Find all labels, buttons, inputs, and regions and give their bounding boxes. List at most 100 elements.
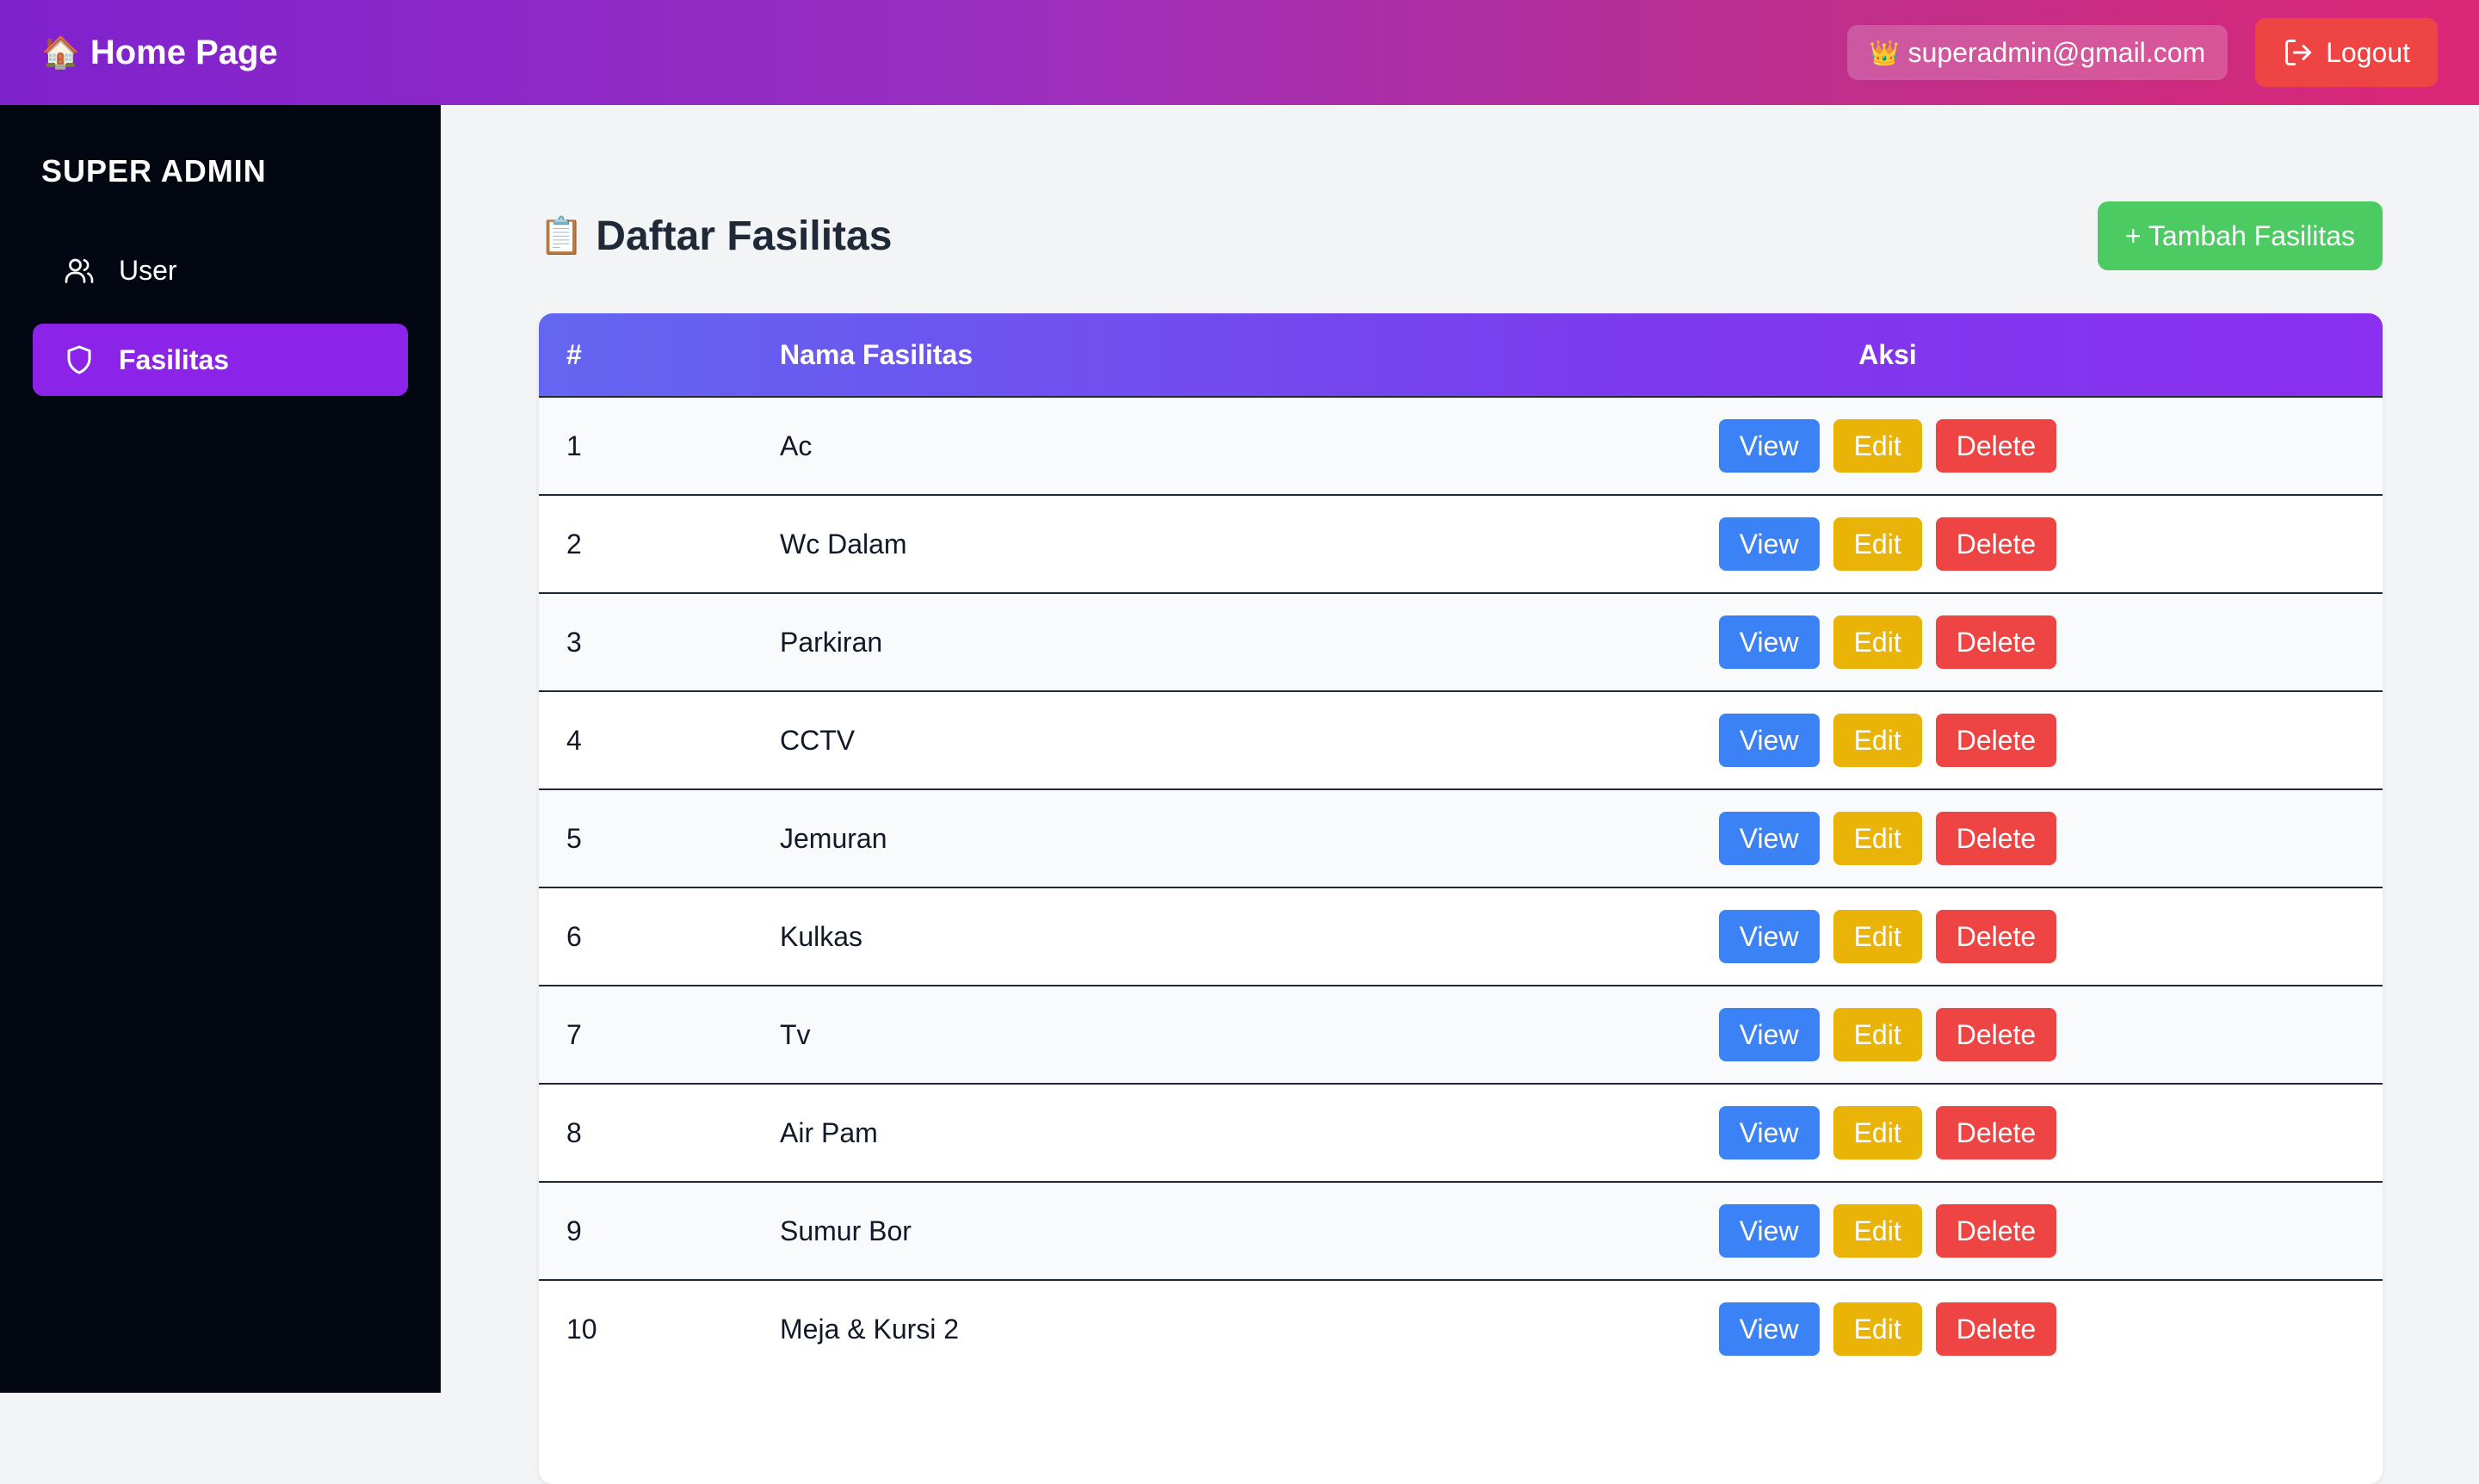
row-name: Jemuran xyxy=(780,822,887,854)
table-row: 8 Air Pam View Edit Delete xyxy=(539,1083,2383,1181)
logout-button[interactable]: Logout xyxy=(2255,18,2438,87)
row-actions: View Edit Delete xyxy=(1393,812,2383,865)
row-actions: View Edit Delete xyxy=(1393,1106,2383,1159)
row-number: 2 xyxy=(566,528,582,560)
table-header: # Nama Fasilitas Aksi xyxy=(539,313,2383,396)
delete-button[interactable]: Delete xyxy=(1935,714,2057,767)
row-name: Kulkas xyxy=(780,920,863,952)
delete-button[interactable]: Delete xyxy=(1935,615,2057,669)
fasilitas-table: # Nama Fasilitas Aksi 1 Ac View Edit Delete 2… xyxy=(539,313,2383,1484)
view-button[interactable]: View xyxy=(1718,1302,1820,1356)
edit-button[interactable]: Edit xyxy=(1833,419,1922,473)
table-row: 10 Meja & Kursi 2 View Edit Delete xyxy=(539,1279,2383,1377)
row-number: 10 xyxy=(566,1313,597,1345)
view-button[interactable]: View xyxy=(1718,615,1820,669)
delete-button[interactable]: Delete xyxy=(1935,1106,2057,1159)
users-icon xyxy=(65,258,94,283)
row-number: 8 xyxy=(566,1116,582,1148)
row-number: 4 xyxy=(566,724,582,756)
row-name: CCTV xyxy=(780,724,856,756)
shield-icon xyxy=(67,345,91,374)
table-row: 2 Wc Dalam View Edit Delete xyxy=(539,494,2383,592)
logout-icon xyxy=(2285,40,2312,65)
table-row: 1 Ac View Edit Delete xyxy=(539,396,2383,494)
view-button[interactable]: View xyxy=(1718,419,1820,473)
header-actions: Aksi xyxy=(1858,338,1917,370)
top-right-group: 👑 superadmin@gmail.com Logout xyxy=(1846,18,2438,87)
row-actions: View Edit Delete xyxy=(1393,1302,2383,1356)
view-button[interactable]: View xyxy=(1718,812,1820,865)
header-number: # xyxy=(566,338,582,370)
crown-icon: 👑 xyxy=(1869,39,1900,66)
delete-button[interactable]: Delete xyxy=(1935,1204,2057,1258)
delete-button[interactable]: Delete xyxy=(1935,1008,2057,1061)
view-button[interactable]: View xyxy=(1718,1008,1820,1061)
brand[interactable]: 🏠 Home Page xyxy=(41,34,278,72)
row-number: 6 xyxy=(566,920,582,952)
sidebar-item-fasilitas[interactable]: Fasilitas xyxy=(33,324,408,396)
table-body: 1 Ac View Edit Delete 2 Wc Dalam View Edit Delete… xyxy=(539,396,2383,1377)
sidebar-item-label: Fasilitas xyxy=(119,343,230,375)
row-name: Air Pam xyxy=(780,1116,878,1148)
logout-label: Logout xyxy=(2326,36,2410,68)
brand-title: Home Page xyxy=(90,33,278,71)
add-fasilitas-button[interactable]: + Tambah Fasilitas xyxy=(2097,201,2383,270)
edit-button[interactable]: Edit xyxy=(1833,615,1922,669)
edit-button[interactable]: Edit xyxy=(1833,812,1922,865)
delete-button[interactable]: Delete xyxy=(1935,812,2057,865)
row-name: Sumur Bor xyxy=(780,1215,912,1246)
delete-button[interactable]: Delete xyxy=(1935,517,2057,571)
row-name: Tv xyxy=(780,1018,811,1050)
clipboard-icon: 📋 xyxy=(539,214,584,256)
table-row: 9 Sumur Bor View Edit Delete xyxy=(539,1181,2383,1279)
view-button[interactable]: View xyxy=(1718,910,1820,963)
sidebar-item-label: User xyxy=(119,254,177,286)
top-navbar: 🏠 Home Page 👑 superadmin@gmail.com Logou… xyxy=(0,0,2479,105)
edit-button[interactable]: Edit xyxy=(1833,517,1922,571)
row-actions: View Edit Delete xyxy=(1393,1204,2383,1258)
row-number: 9 xyxy=(566,1215,582,1246)
table-row: 6 Kulkas View Edit Delete xyxy=(539,887,2383,985)
edit-button[interactable]: Edit xyxy=(1833,1106,1922,1159)
view-button[interactable]: View xyxy=(1718,517,1820,571)
table-row: 7 Tv View Edit Delete xyxy=(539,985,2383,1083)
row-actions: View Edit Delete xyxy=(1393,714,2383,767)
row-number: 3 xyxy=(566,626,582,658)
header-name: Nama Fasilitas xyxy=(780,338,974,370)
view-button[interactable]: View xyxy=(1718,1204,1820,1258)
user-email: superadmin@gmail.com xyxy=(1907,36,2206,68)
row-actions: View Edit Delete xyxy=(1393,615,2383,669)
edit-button[interactable]: Edit xyxy=(1833,1302,1922,1356)
page-title-text: Daftar Fasilitas xyxy=(596,213,893,259)
page-header: 📋 Daftar Fasilitas + Tambah Fasilitas xyxy=(539,201,2383,270)
row-actions: View Edit Delete xyxy=(1393,419,2383,473)
row-name: Parkiran xyxy=(780,626,883,658)
edit-button[interactable]: Edit xyxy=(1833,1204,1922,1258)
edit-button[interactable]: Edit xyxy=(1833,1008,1922,1061)
row-name: Ac xyxy=(780,430,813,461)
table-row: 3 Parkiran View Edit Delete xyxy=(539,592,2383,690)
delete-button[interactable]: Delete xyxy=(1935,910,2057,963)
main-content: 📋 Daftar Fasilitas + Tambah Fasilitas # … xyxy=(441,105,2479,1484)
table-row: 5 Jemuran View Edit Delete xyxy=(539,788,2383,887)
row-actions: View Edit Delete xyxy=(1393,517,2383,571)
user-chip: 👑 superadmin@gmail.com xyxy=(1846,25,2229,80)
page-title: 📋 Daftar Fasilitas xyxy=(539,213,892,260)
row-actions: View Edit Delete xyxy=(1393,1008,2383,1061)
sidebar-title: SUPER ADMIN xyxy=(41,153,267,189)
view-button[interactable]: View xyxy=(1718,714,1820,767)
row-number: 7 xyxy=(566,1018,582,1050)
row-number: 1 xyxy=(566,430,582,461)
delete-button[interactable]: Delete xyxy=(1935,419,2057,473)
edit-button[interactable]: Edit xyxy=(1833,910,1922,963)
table-row: 4 CCTV View Edit Delete xyxy=(539,690,2383,788)
row-name: Meja & Kursi 2 xyxy=(780,1313,960,1345)
house-icon: 🏠 xyxy=(41,34,80,70)
edit-button[interactable]: Edit xyxy=(1833,714,1922,767)
row-actions: View Edit Delete xyxy=(1393,910,2383,963)
sidebar: SUPER ADMIN User Fasilitas xyxy=(0,105,441,1393)
sidebar-item-user[interactable]: User xyxy=(33,234,408,306)
view-button[interactable]: View xyxy=(1718,1106,1820,1159)
delete-button[interactable]: Delete xyxy=(1935,1302,2057,1356)
row-number: 5 xyxy=(566,822,582,854)
